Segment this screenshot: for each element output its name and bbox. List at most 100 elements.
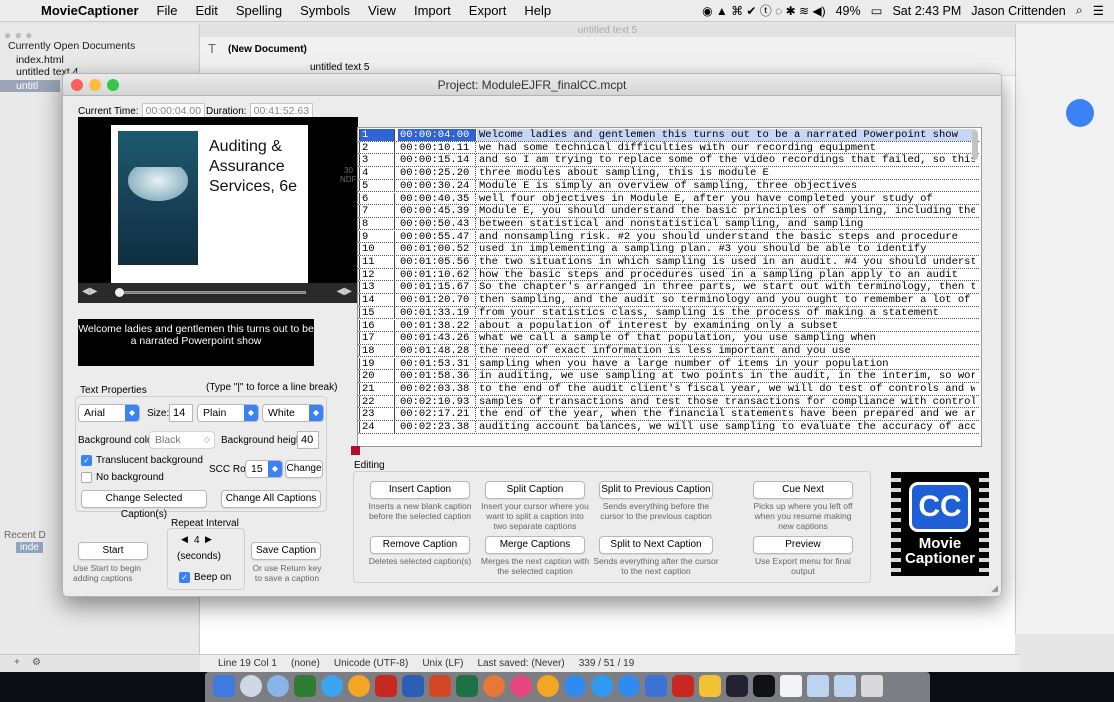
change-selected-captions-button[interactable]: Change Selected Caption(s) bbox=[81, 490, 207, 520]
minimize-button[interactable] bbox=[89, 79, 101, 91]
finder-icon[interactable] bbox=[213, 675, 235, 697]
insert-caption-button[interactable]: Insert Caption bbox=[370, 481, 470, 499]
battery-percent[interactable]: 49% bbox=[836, 4, 861, 18]
caption-text[interactable]: three modules about sampling, this is mo… bbox=[477, 167, 975, 179]
split-caption-button[interactable]: Split Caption bbox=[485, 481, 585, 499]
caption-row[interactable]: 24 00:02:23.38 auditing account balances, … bbox=[358, 421, 979, 434]
caption-row[interactable]: 15 00:01:33.19 from your statistics class,… bbox=[358, 306, 979, 320]
itunes-icon[interactable] bbox=[510, 675, 532, 697]
chrome-icon[interactable] bbox=[348, 675, 370, 697]
menu-clock[interactable]: Sat 2:43 PM bbox=[892, 4, 961, 18]
caption-timecode[interactable]: 00:01:38.22 bbox=[398, 319, 476, 332]
folder-icon[interactable] bbox=[834, 675, 856, 697]
caption-timecode[interactable]: 00:01:48.28 bbox=[398, 344, 476, 357]
save-caption-button[interactable]: Save Caption bbox=[251, 542, 321, 560]
caption-text[interactable]: used in implementing a sampling plan. #3… bbox=[477, 243, 975, 255]
caption-timecode[interactable]: 00:01:15.67 bbox=[398, 281, 476, 293]
caption-row[interactable]: 2 00:00:10.11 we had some technical diffic… bbox=[358, 141, 979, 155]
caption-timecode[interactable]: 00:01:00.52 bbox=[398, 243, 476, 255]
caption-text[interactable]: samples of transactions and test those t… bbox=[477, 396, 975, 408]
caption-text[interactable]: the end of the year, when the financial … bbox=[477, 408, 975, 420]
caption-text[interactable]: then sampling, and the audit so terminol… bbox=[477, 294, 975, 306]
caption-marker[interactable] bbox=[351, 446, 360, 455]
resize-handle-icon[interactable]: ◢ bbox=[991, 583, 998, 594]
preview-button[interactable]: Preview bbox=[753, 536, 853, 554]
split-to-next-button[interactable]: Split to Next Caption bbox=[599, 536, 713, 554]
caption-timecode[interactable]: 00:01:05.56 bbox=[398, 256, 476, 268]
menu-user[interactable]: Jason Crittenden bbox=[971, 4, 1066, 18]
caption-text[interactable]: how the basic steps and procedures used … bbox=[477, 269, 975, 281]
style-select[interactable]: Plain ◆ bbox=[197, 404, 259, 422]
excel-icon[interactable] bbox=[456, 675, 478, 697]
caption-text[interactable]: about a population of interest by examin… bbox=[477, 320, 975, 332]
caption-text[interactable]: and so I am trying to replace some of th… bbox=[477, 154, 975, 166]
close-button[interactable] bbox=[71, 79, 83, 91]
caption-text[interactable]: the need of exact information is less im… bbox=[477, 345, 975, 357]
video-player[interactable]: Auditing & Assurance Services, 6e ◀▶ ◀▶ bbox=[78, 117, 358, 303]
caption-text[interactable]: we had some technical difficulties with … bbox=[477, 142, 975, 154]
caption-text[interactable]: to the end of the audit client's fiscal … bbox=[477, 383, 975, 395]
caption-row[interactable]: 10 00:01:00.52 used in implementing a samp… bbox=[358, 243, 979, 256]
menu-export[interactable]: Export bbox=[460, 3, 516, 18]
scrubber-handle[interactable] bbox=[115, 288, 124, 297]
caption-timecode[interactable]: 00:02:17.21 bbox=[398, 408, 476, 420]
bg-color-select[interactable]: Black ◇ bbox=[149, 431, 215, 449]
scroll-down-icon[interactable]: ▼ bbox=[341, 144, 349, 153]
menu-view[interactable]: View bbox=[359, 3, 405, 18]
caption-timecode[interactable]: 00:00:04.00 bbox=[398, 129, 476, 141]
caption-row[interactable]: 21 00:02:03.38 to the end of the audit cli… bbox=[358, 383, 979, 396]
font-select[interactable]: Arial ◆ bbox=[78, 404, 140, 422]
caption-row[interactable]: 5 00:00:30.24 Module E is simply an overvi… bbox=[358, 179, 979, 193]
sigma-icon[interactable] bbox=[645, 675, 667, 697]
caption-row[interactable]: 13 00:01:15.67 So the chapter's arranged i… bbox=[358, 281, 979, 294]
caption-row[interactable]: 16 00:01:38.22 about a population of inter… bbox=[358, 319, 979, 332]
ibooks-icon[interactable] bbox=[537, 675, 559, 697]
gear-icon[interactable]: ⚙ bbox=[32, 657, 41, 668]
app-icon[interactable] bbox=[699, 675, 721, 697]
document-icon[interactable] bbox=[780, 675, 802, 697]
trash-icon[interactable] bbox=[861, 675, 883, 697]
caption-timecode[interactable]: 00:02:03.38 bbox=[398, 383, 476, 395]
caption-row[interactable]: 3 00:00:15.14 and so I am trying to replac… bbox=[358, 154, 979, 167]
powerpoint-icon[interactable] bbox=[429, 675, 451, 697]
color-select[interactable]: White ◆ bbox=[262, 404, 324, 422]
cue-next-button[interactable]: Cue Next bbox=[753, 481, 853, 499]
recent-doc[interactable]: inde bbox=[16, 542, 43, 553]
caption-text[interactable]: sampling when you have a large number of… bbox=[477, 358, 975, 370]
avatar[interactable] bbox=[1066, 99, 1094, 127]
caption-row[interactable]: 22 00:02:10.93 samples of transactions and… bbox=[358, 395, 979, 409]
caption-row[interactable]: 8 00:00:50.43 between statistical and nons… bbox=[358, 217, 979, 231]
add-icon[interactable]: + bbox=[14, 657, 20, 668]
spotlight-icon[interactable]: ⌕ bbox=[1076, 3, 1083, 18]
caption-row[interactable]: 6 00:00:40.35 well four objectives in Modu… bbox=[358, 192, 979, 205]
split-to-previous-button[interactable]: Split to Previous Caption bbox=[599, 481, 713, 499]
caption-timecode[interactable]: 00:01:20.70 bbox=[398, 294, 476, 306]
stepper-right-icon[interactable]: ▶ bbox=[205, 534, 212, 545]
status-icons[interactable]: ◉ ▲ ⌘ ✔ ⓣ ◌ ✱ ≋ ◀) bbox=[702, 2, 826, 19]
caption-timecode[interactable]: 00:01:33.19 bbox=[398, 306, 476, 319]
caption-list[interactable]: 1 00:00:04.00 Welcome ladies and gentlemen… bbox=[357, 127, 982, 447]
caption-text[interactable]: well four objectives in Module E, after … bbox=[477, 193, 975, 205]
no-background-checkbox[interactable] bbox=[81, 472, 92, 483]
caption-timecode[interactable]: 00:02:10.93 bbox=[398, 395, 476, 408]
notification-center-icon[interactable]: ☰ bbox=[1093, 3, 1104, 18]
text-icon[interactable]: T bbox=[208, 41, 216, 56]
caption-row[interactable]: 11 00:01:05.56 the two situations in which… bbox=[358, 256, 979, 269]
caption-row[interactable]: 12 00:01:10.62 how the basic steps and pro… bbox=[358, 268, 979, 282]
facetime-icon[interactable] bbox=[618, 675, 640, 697]
caption-timecode[interactable]: 00:02:23.38 bbox=[398, 421, 476, 433]
beep-checkbox[interactable]: ✓ bbox=[179, 572, 190, 583]
caption-row[interactable]: 19 00:01:53.31 sampling when you have a la… bbox=[358, 357, 979, 371]
caption-text[interactable]: what we call a sample of that population… bbox=[477, 332, 975, 344]
caption-timecode[interactable]: 00:00:45.39 bbox=[398, 205, 476, 217]
app-icon[interactable] bbox=[294, 675, 316, 697]
remove-caption-button[interactable]: Remove Caption bbox=[370, 536, 470, 554]
stepper-left-icon[interactable]: ◀ bbox=[181, 534, 188, 545]
status-language[interactable]: (none) bbox=[291, 658, 320, 669]
caption-timecode[interactable]: 00:01:58.36 bbox=[398, 370, 476, 382]
menu-spelling[interactable]: Spelling bbox=[227, 3, 291, 18]
translucent-checkbox[interactable]: ✓ bbox=[81, 455, 92, 466]
editor-tab[interactable]: untitled text 5 bbox=[310, 62, 369, 73]
window-title-bar[interactable]: Project: ModuleEJFR_finalCC.mcpt bbox=[63, 74, 1001, 96]
sidebar-doc[interactable]: index.html bbox=[16, 54, 64, 66]
